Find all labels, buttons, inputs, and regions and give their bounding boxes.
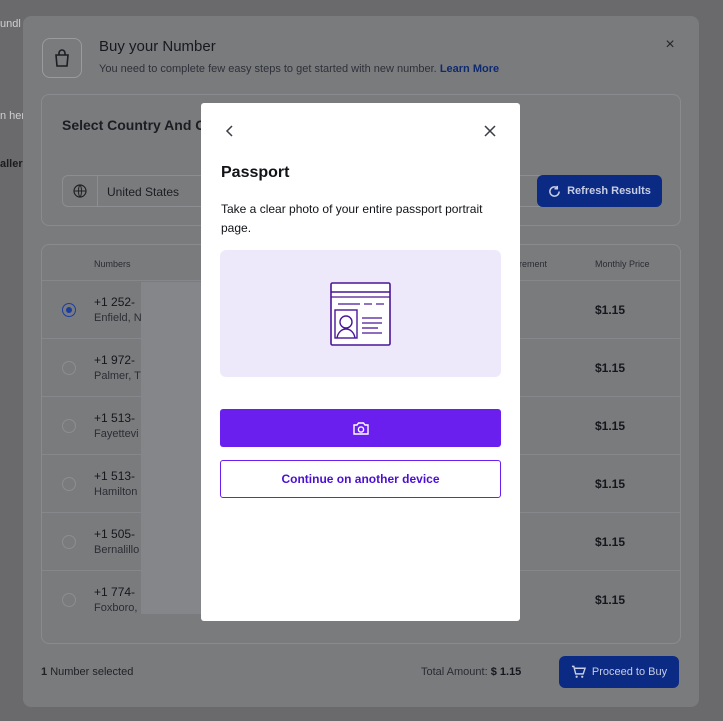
selected-count: 1 — [41, 666, 48, 678]
header-monthly-price: Monthly Price — [595, 259, 650, 269]
dialog-title: Passport — [221, 164, 290, 181]
modal-header: Buy your Number You need to complete few… — [23, 16, 699, 96]
modal-title: Buy your Number — [99, 38, 216, 55]
globe-icon — [73, 184, 87, 198]
divider — [97, 176, 98, 206]
row-price: $1.15 — [595, 535, 626, 549]
row-number: +1 513- — [94, 411, 136, 425]
row-radio[interactable] — [62, 477, 76, 491]
passport-dialog: Passport Take a clear photo of your enti… — [201, 103, 520, 621]
country-section-title: Select Country And C — [62, 117, 206, 133]
camera-icon — [352, 421, 369, 435]
close-icon[interactable]: × — [663, 37, 677, 53]
bg-snippet: n her — [0, 110, 26, 122]
row-price: $1.15 — [595, 593, 626, 607]
row-price: $1.15 — [595, 303, 626, 317]
row-city: Foxboro, — [94, 602, 138, 614]
continue-another-device-button[interactable]: Continue on another device — [220, 460, 501, 498]
row-number: +1 972- — [94, 353, 136, 367]
cart-icon — [571, 665, 586, 678]
country-select[interactable]: United States — [62, 175, 222, 207]
row-number: +1 774- — [94, 585, 136, 599]
passport-icon — [330, 282, 391, 346]
take-photo-button[interactable] — [220, 409, 501, 447]
row-radio[interactable] — [62, 535, 76, 549]
chevron-left-icon[interactable] — [223, 123, 237, 139]
modal-subtitle-text: You need to complete few easy steps to g… — [99, 63, 437, 75]
header-numbers: Numbers — [94, 259, 131, 269]
selection-summary: 1 Number selected — [41, 666, 133, 678]
selected-label: Number selected — [50, 666, 134, 678]
learn-more-link[interactable]: Learn More — [440, 63, 499, 75]
row-price: $1.15 — [595, 419, 626, 433]
row-radio[interactable] — [62, 593, 76, 607]
proceed-to-buy-button[interactable]: Proceed to Buy — [559, 656, 679, 688]
dialog-instructions: Take a clear photo of your entire passpo… — [221, 202, 483, 235]
row-radio[interactable] — [62, 419, 76, 433]
refresh-label: Refresh Results — [567, 185, 651, 197]
row-number: +1 505- — [94, 527, 136, 541]
modal-subtitle: You need to complete few easy steps to g… — [99, 63, 499, 75]
header-requirement: irement — [517, 259, 548, 269]
row-price: $1.15 — [595, 477, 626, 491]
row-city: Enfield, N — [94, 312, 142, 324]
total-value: $ 1.15 — [490, 666, 522, 678]
row-number: +1 252- — [94, 295, 136, 309]
bg-snippet: aller — [0, 158, 23, 170]
row-radio[interactable] — [62, 361, 76, 375]
row-city: Bernalillo — [94, 544, 140, 556]
total-amount: Total Amount: $ 1.15 — [421, 666, 521, 678]
passport-illustration — [220, 250, 501, 377]
bg-snippet: undl — [0, 18, 21, 30]
refresh-results-button[interactable]: Refresh Results — [537, 175, 662, 207]
refresh-icon — [549, 185, 560, 197]
shopping-bag-icon — [42, 38, 82, 78]
row-price: $1.15 — [595, 361, 626, 375]
close-icon[interactable] — [483, 124, 497, 138]
redacted-area — [141, 282, 201, 614]
row-city: Fayettevi — [94, 428, 139, 440]
row-number: +1 513- — [94, 469, 136, 483]
row-radio[interactable] — [62, 303, 76, 317]
total-label: Total Amount: — [421, 666, 488, 678]
row-city: Palmer, T — [94, 370, 141, 382]
row-city: Hamilton — [94, 486, 138, 498]
country-value: United States — [107, 185, 180, 199]
proceed-label: Proceed to Buy — [591, 666, 668, 678]
